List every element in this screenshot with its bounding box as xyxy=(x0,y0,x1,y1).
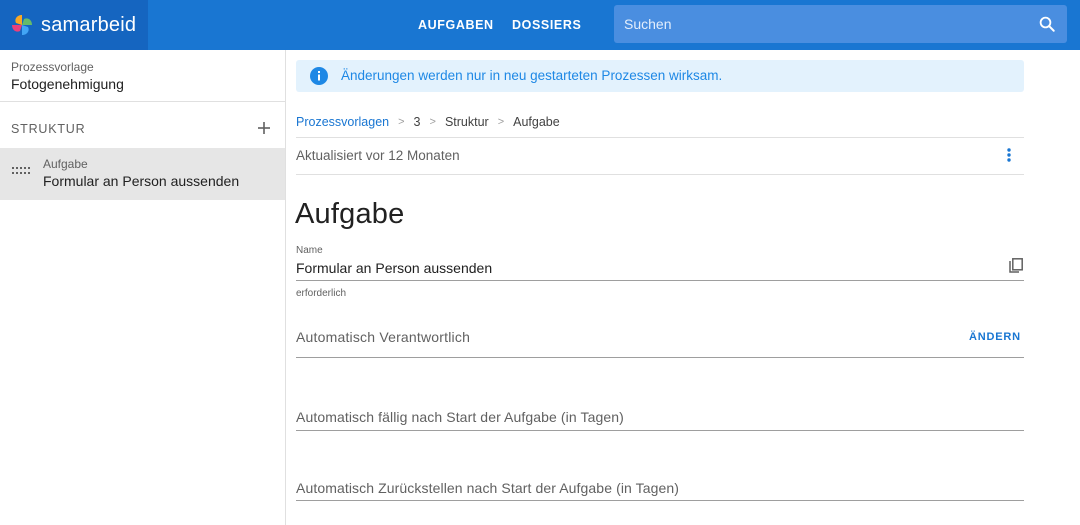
change-responsible-button[interactable]: ÄNDERN xyxy=(969,331,1021,343)
responsible-label: Automatisch Verantwortlich xyxy=(296,329,471,345)
search-icon xyxy=(1039,16,1055,32)
defer-days-underline xyxy=(296,500,1024,501)
add-icon xyxy=(258,122,270,134)
breadcrumb-templates[interactable]: Prozessvorlagen xyxy=(296,115,389,129)
copy-icon xyxy=(1009,258,1023,273)
more-options-button[interactable] xyxy=(1000,145,1018,165)
divider xyxy=(296,174,1024,175)
structure-item-type: Aufgabe xyxy=(43,157,88,171)
due-days-label: Automatisch fällig nach Start der Aufgab… xyxy=(296,409,624,425)
breadcrumb-separator: > xyxy=(398,116,405,128)
info-icon xyxy=(310,67,328,85)
due-days-underline xyxy=(296,430,1024,431)
template-label: Prozessvorlage xyxy=(11,60,94,74)
template-name[interactable]: Fotogenehmigung xyxy=(11,76,124,92)
breadcrumb-structure[interactable]: Struktur xyxy=(445,115,489,129)
updated-text: Aktualisiert vor 12 Monaten xyxy=(296,148,460,163)
sidebar: Prozessvorlage Fotogenehmigung STRUKTUR … xyxy=(0,50,286,525)
structure-item-name: Formular an Person aussenden xyxy=(43,173,240,189)
add-structure-button[interactable] xyxy=(252,116,276,140)
responsible-underline xyxy=(296,357,1024,358)
name-input[interactable] xyxy=(296,258,996,278)
nav-tasks[interactable]: AUFGABEN xyxy=(418,0,494,50)
search-input[interactable] xyxy=(624,16,1027,32)
structure-heading: STRUKTUR xyxy=(11,122,86,136)
app-bar: samarbeid AUFGABEN DOSSIERS xyxy=(0,0,1080,50)
breadcrumb-separator: > xyxy=(497,116,505,128)
brand[interactable]: samarbeid xyxy=(0,0,148,50)
search-button[interactable] xyxy=(1027,5,1067,43)
name-field-underline xyxy=(296,280,1024,281)
copy-button[interactable] xyxy=(1007,257,1025,275)
info-banner: Änderungen werden nur in neu gestarteten… xyxy=(296,60,1024,92)
drag-handle-icon[interactable] xyxy=(12,167,30,175)
name-field-label: Name xyxy=(296,245,323,256)
breadcrumb-current: Aufgabe xyxy=(513,115,560,129)
defer-days-label: Automatisch Zurückstellen nach Start der… xyxy=(296,480,680,496)
brand-name: samarbeid xyxy=(41,13,137,36)
sidebar-divider xyxy=(0,101,285,102)
info-banner-text: Änderungen werden nur in neu gestarteten… xyxy=(341,68,723,83)
divider xyxy=(296,137,1024,138)
page-title: Aufgabe xyxy=(295,198,405,230)
samarbeid-logo-icon xyxy=(12,15,32,35)
structure-item[interactable]: Aufgabe Formular an Person aussenden xyxy=(0,148,285,200)
breadcrumb-template-id[interactable]: 3 xyxy=(414,115,421,129)
search-bar xyxy=(614,5,1067,43)
more-vert-icon xyxy=(1007,148,1011,162)
breadcrumb-separator: > xyxy=(429,116,436,128)
breadcrumb: Prozessvorlagen > 3 > Struktur > Aufgabe xyxy=(296,114,560,130)
nav-dossiers[interactable]: DOSSIERS xyxy=(512,0,581,50)
name-field-hint: erforderlich xyxy=(296,288,347,299)
